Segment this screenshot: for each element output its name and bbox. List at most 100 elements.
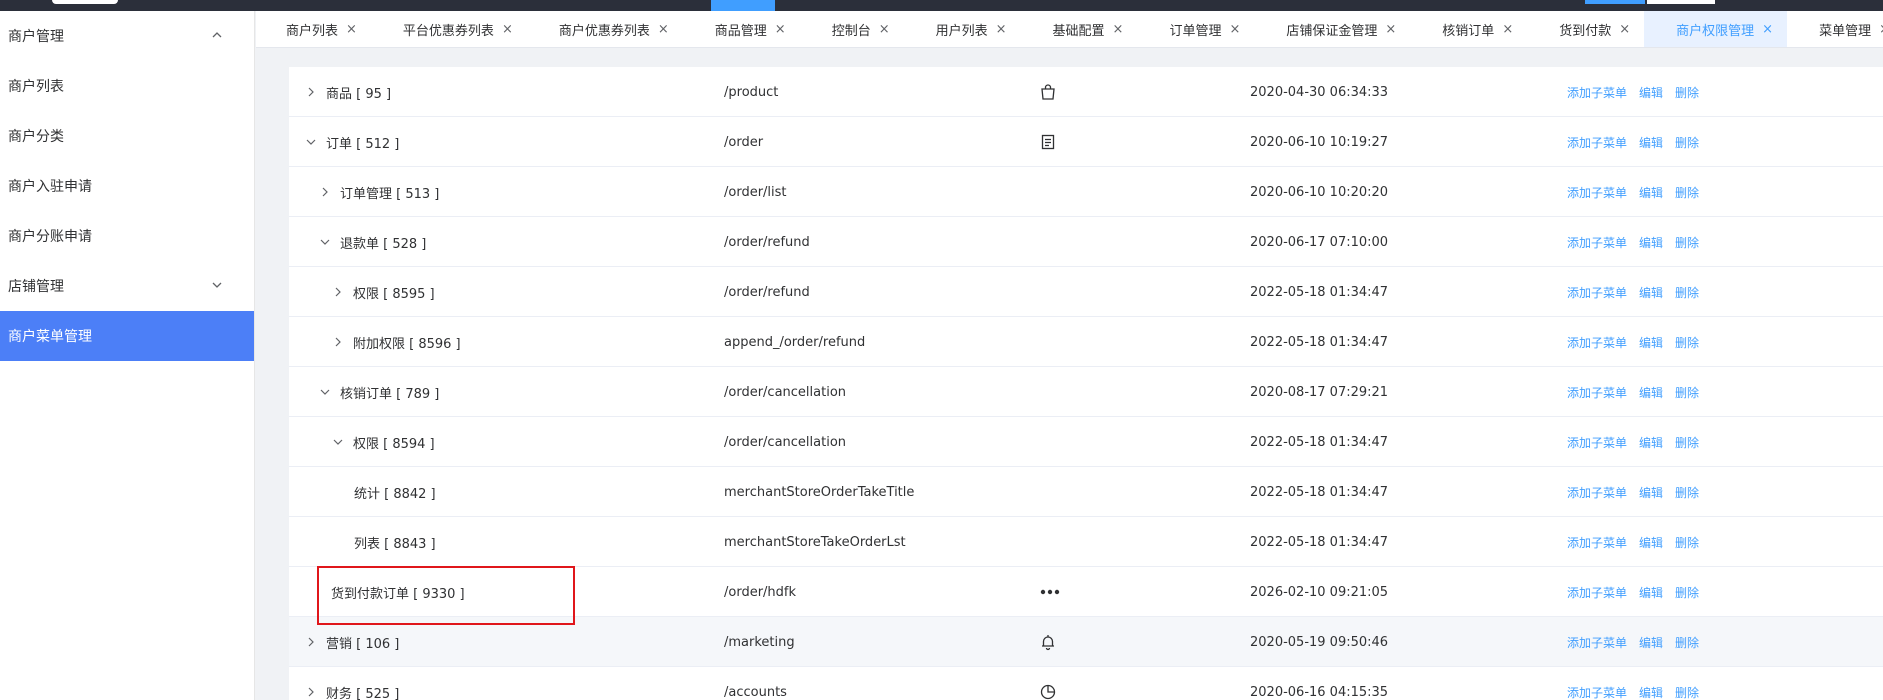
delete-link[interactable]: 删除 [1675,184,1699,201]
sidebar-item-6[interactable]: 商户菜单管理 [0,311,254,361]
edit-link[interactable]: 编辑 [1639,434,1663,451]
close-icon[interactable]: × [346,22,357,37]
top-right-control[interactable] [1585,0,1645,4]
tab-6[interactable]: 基础配置 × [1021,11,1138,47]
delete-link[interactable]: 删除 [1675,434,1699,451]
sidebar-item-4[interactable]: 商户分账申请 [0,211,254,261]
add-child-menu-link[interactable]: 添加子菜单 [1567,634,1627,651]
expand-down-icon[interactable] [331,435,345,449]
tab-11[interactable]: 商户权限管理 × [1644,11,1788,47]
expand-right-icon[interactable] [331,285,345,299]
edit-link[interactable]: 编辑 [1639,384,1663,401]
expand-down-icon[interactable] [318,235,332,249]
close-icon[interactable]: × [1619,22,1630,37]
edit-link[interactable]: 编辑 [1639,534,1663,551]
tab-8[interactable]: 店铺保证金管理 × [1254,11,1410,47]
expand-right-icon[interactable] [304,85,318,99]
expand-right-icon[interactable] [331,335,345,349]
table-row[interactable]: 营销 [ 106 ] /marketing 2020-05-19 09:50:46 添… [289,617,1883,667]
expand-right-icon[interactable] [304,685,318,699]
edit-link[interactable]: 编辑 [1639,684,1663,700]
delete-link[interactable]: 删除 [1675,284,1699,301]
expand-right-icon[interactable] [318,185,332,199]
table-row[interactable]: 订单 [ 512 ] /order 2020-06-10 10:19:27 添加子菜单… [289,117,1883,167]
table-row[interactable]: 权限 [ 8594 ] /order/cancellation 2022-05-18… [289,417,1883,467]
close-icon[interactable]: × [879,22,890,37]
sidebar-item-5[interactable]: 店铺管理 [0,261,254,311]
tab-3[interactable]: 商品管理 × [683,11,800,47]
top-nav-active-indicator[interactable] [711,0,775,11]
delete-link[interactable]: 删除 [1675,334,1699,351]
close-icon[interactable]: × [502,22,513,37]
table-row[interactable]: 货到付款订单 [ 9330 ] /order/hdfk 2026-02-10 09:… [289,567,1883,617]
tab-2[interactable]: 商户优惠券列表 × [527,11,683,47]
delete-link[interactable]: 删除 [1675,484,1699,501]
add-child-menu-link[interactable]: 添加子菜单 [1567,234,1627,251]
close-icon[interactable]: × [1229,22,1240,37]
edit-link[interactable]: 编辑 [1639,334,1663,351]
sidebar-item-label: 商户列表 [8,79,64,95]
tab-5[interactable]: 用户列表 × [904,11,1021,47]
expand-right-icon[interactable] [304,635,318,649]
table-row[interactable]: 附加权限 [ 8596 ] append_/order/refund 2022-05… [289,317,1883,367]
close-icon[interactable]: × [996,22,1007,37]
delete-link[interactable]: 删除 [1675,134,1699,151]
close-icon[interactable]: × [1113,22,1124,37]
edit-link[interactable]: 编辑 [1639,634,1663,651]
add-child-menu-link[interactable]: 添加子菜单 [1567,384,1627,401]
table-row[interactable]: 权限 [ 8595 ] /order/refund 2022-05-18 01:34… [289,267,1883,317]
table-row[interactable]: 商品 [ 95 ] /product 2020-04-30 06:34:33 添加子菜… [289,67,1883,117]
sidebar-item-3[interactable]: 商户入驻申请 [0,161,254,211]
close-icon[interactable]: × [658,22,669,37]
close-icon[interactable]: × [1762,22,1773,37]
delete-link[interactable]: 删除 [1675,534,1699,551]
delete-link[interactable]: 删除 [1675,84,1699,101]
tab-0[interactable]: 商户列表 × [256,11,371,47]
edit-link[interactable]: 编辑 [1639,184,1663,201]
top-right-control-2[interactable] [1647,0,1715,4]
table-row[interactable]: 核销订单 [ 789 ] /order/cancellation 2020-08-1… [289,367,1883,417]
add-child-menu-link[interactable]: 添加子菜单 [1567,284,1627,301]
edit-link[interactable]: 编辑 [1639,484,1663,501]
tab-10[interactable]: 货到付款 × [1527,11,1644,47]
sidebar-item-1[interactable]: 商户列表 [0,61,254,111]
created-time: 2022-05-18 01:34:47 [1250,284,1389,300]
edit-link[interactable]: 编辑 [1639,584,1663,601]
delete-link[interactable]: 删除 [1675,234,1699,251]
delete-link[interactable]: 删除 [1675,384,1699,401]
sidebar-item-0[interactable]: 商户管理 [0,11,254,61]
expand-down-icon[interactable] [318,385,332,399]
add-child-menu-link[interactable]: 添加子菜单 [1567,434,1627,451]
table-row[interactable]: 财务 [ 525 ] /accounts 2020-06-16 04:15:35 添加… [289,667,1883,700]
tab-1[interactable]: 平台优惠券列表 × [371,11,527,47]
close-icon[interactable]: × [1385,22,1396,37]
close-icon[interactable]: × [775,22,786,37]
add-child-menu-link[interactable]: 添加子菜单 [1567,534,1627,551]
close-icon[interactable]: × [1879,22,1883,37]
edit-link[interactable]: 编辑 [1639,134,1663,151]
add-child-menu-link[interactable]: 添加子菜单 [1567,134,1627,151]
tab-12[interactable]: 菜单管理 × [1787,11,1883,47]
tab-7[interactable]: 订单管理 × [1137,11,1254,47]
delete-link[interactable]: 删除 [1675,684,1699,700]
tab-4[interactable]: 控制台 × [800,11,904,47]
add-child-menu-link[interactable]: 添加子菜单 [1567,334,1627,351]
edit-link[interactable]: 编辑 [1639,284,1663,301]
sidebar-item-2[interactable]: 商户分类 [0,111,254,161]
delete-link[interactable]: 删除 [1675,634,1699,651]
add-child-menu-link[interactable]: 添加子菜单 [1567,584,1627,601]
table-row[interactable]: 列表 [ 8843 ] merchantStoreTakeOrderLst 2022… [289,517,1883,567]
close-icon[interactable]: × [1502,22,1513,37]
delete-link[interactable]: 删除 [1675,584,1699,601]
add-child-menu-link[interactable]: 添加子菜单 [1567,484,1627,501]
add-child-menu-link[interactable]: 添加子菜单 [1567,184,1627,201]
edit-link[interactable]: 编辑 [1639,234,1663,251]
expand-down-icon[interactable] [304,135,318,149]
table-row[interactable]: 订单管理 [ 513 ] /order/list 2020-06-10 10:20:… [289,167,1883,217]
table-row[interactable]: 统计 [ 8842 ] merchantStoreOrderTakeTitle 20… [289,467,1883,517]
edit-link[interactable]: 编辑 [1639,84,1663,101]
table-row[interactable]: 退款单 [ 528 ] /order/refund 2020-06-17 07:10… [289,217,1883,267]
add-child-menu-link[interactable]: 添加子菜单 [1567,84,1627,101]
tab-9[interactable]: 核销订单 × [1410,11,1527,47]
add-child-menu-link[interactable]: 添加子菜单 [1567,684,1627,700]
